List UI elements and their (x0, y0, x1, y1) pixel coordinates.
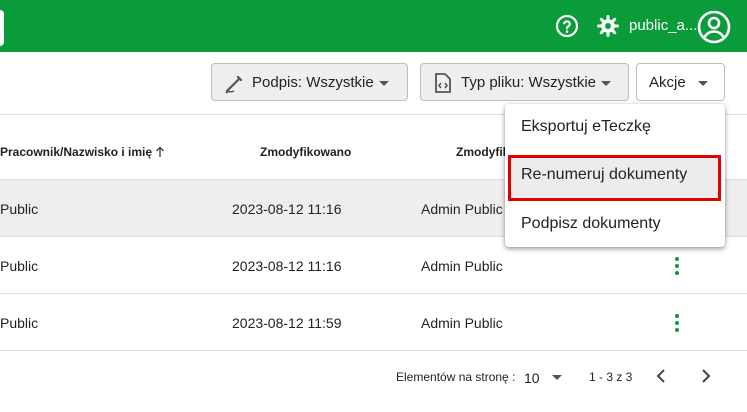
menu-item-sign[interactable]: Podpisz dokumenty (505, 201, 725, 249)
user-name[interactable]: public_a... (629, 17, 697, 34)
employee-cell: Public (0, 258, 39, 274)
gear-icon[interactable] (596, 14, 620, 38)
row-menu-icon[interactable] (675, 257, 679, 275)
menu-item-renumber-label: Re-numeruj dokumenty (521, 166, 688, 183)
menu-item-renumber[interactable]: Re-numeruj dokumenty (505, 154, 725, 202)
modified-cell: 2023-08-12 11:16 (232, 258, 342, 274)
column-header-employee-label: Pracownik/Nazwisko i imię (0, 145, 153, 159)
modified-cell: 2023-08-12 11:16 (232, 201, 342, 217)
column-header-employee[interactable]: Pracownik/Nazwisko i imię (0, 145, 165, 159)
previous-page-icon[interactable] (655, 368, 669, 384)
modified-by-cell: Admin Public (421, 201, 503, 217)
employee-cell: Public (0, 201, 39, 217)
signature-filter-label: Podpis: Wszystkie (252, 74, 374, 91)
chevron-down-icon (698, 81, 708, 86)
column-header-modified[interactable]: Zmodyfikowano (260, 145, 351, 159)
next-page-icon[interactable] (698, 368, 712, 384)
employee-cell: Public (0, 315, 39, 331)
chevron-down-icon (552, 375, 562, 380)
filetype-filter-select[interactable]: Typ pliku: Wszystkie (420, 63, 629, 101)
filetype-filter-label: Typ pliku: Wszystkie (461, 74, 597, 91)
items-per-page-label: Elementów na stronę : (396, 370, 516, 384)
divider (0, 350, 747, 351)
page-size-select[interactable]: 10 (524, 366, 568, 388)
file-code-icon (435, 73, 451, 93)
search-box-edge[interactable] (0, 10, 4, 46)
column-header-modified-by[interactable]: Zmodyfik (456, 145, 509, 159)
help-icon[interactable] (555, 14, 579, 38)
signature-filter-select[interactable]: Podpis: Wszystkie (211, 63, 408, 101)
menu-item-export-label: Eksportuj eTeczkę (521, 118, 651, 135)
table-row[interactable]: Public 2023-08-12 11:59 Admin Public (0, 294, 747, 351)
signature-icon (225, 75, 243, 94)
chevron-down-icon (601, 81, 611, 86)
modified-by-cell: Admin Public (421, 258, 503, 274)
page-range: 1 - 3 z 3 (589, 370, 633, 384)
menu-item-export[interactable]: Eksportuj eTeczkę (505, 104, 725, 152)
account-icon[interactable] (697, 10, 731, 44)
sort-arrow-up-icon[interactable] (155, 146, 165, 158)
actions-label: Akcje (649, 74, 686, 91)
row-menu-icon[interactable] (675, 314, 679, 332)
menu-item-sign-label: Podpisz dokumenty (521, 215, 661, 232)
actions-button[interactable]: Akcje (636, 63, 725, 101)
modified-by-cell: Admin Public (421, 315, 503, 331)
modified-cell: 2023-08-12 11:59 (232, 315, 342, 331)
page-size-value: 10 (524, 370, 540, 386)
chevron-down-icon (379, 81, 389, 86)
top-app-bar: public_a... (0, 0, 747, 52)
actions-menu: Eksportuj eTeczkę Re-numeruj dokumenty P… (505, 104, 725, 247)
